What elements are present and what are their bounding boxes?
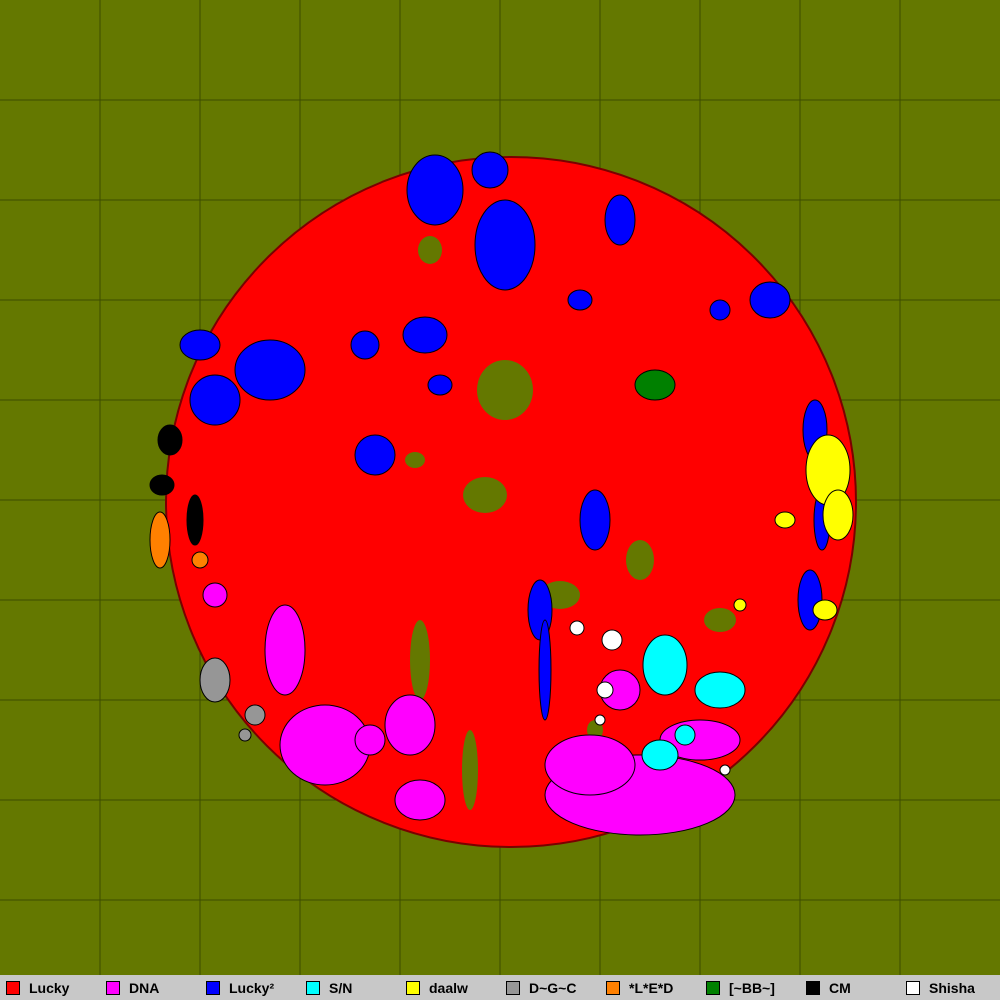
alliance-region[interactable] — [822, 489, 854, 541]
alliance-region[interactable] — [189, 374, 241, 426]
alliance-region[interactable] — [149, 511, 171, 569]
alliance-region[interactable] — [694, 671, 746, 709]
alliance-region[interactable] — [569, 620, 585, 636]
alliance-region[interactable] — [634, 369, 676, 401]
legend-label: Lucky — [29, 979, 70, 996]
legend-swatch — [706, 980, 720, 995]
alliance-region[interactable] — [427, 374, 453, 396]
alliance-region[interactable] — [544, 734, 636, 796]
alliance-region[interactable] — [186, 494, 204, 546]
unclaimed-area[interactable] — [410, 620, 430, 700]
alliance-region[interactable] — [157, 424, 183, 456]
alliance-region[interactable] — [642, 634, 688, 696]
alliance-region[interactable] — [238, 728, 252, 742]
legend-label: D~G~C — [529, 979, 577, 996]
legend-swatch — [106, 980, 120, 995]
alliance-region[interactable] — [719, 764, 731, 776]
alliance-region[interactable] — [567, 289, 593, 311]
alliance-region[interactable] — [179, 329, 221, 361]
legend-swatch — [6, 980, 20, 995]
alliance-region[interactable] — [733, 598, 747, 612]
territory-map[interactable] — [0, 0, 1000, 975]
alliance-region[interactable] — [234, 339, 306, 401]
legend-label: [~BB~] — [729, 979, 775, 996]
alliance-region[interactable] — [641, 739, 679, 771]
legend-label: DNA — [129, 979, 160, 996]
unclaimed-area[interactable] — [704, 608, 736, 632]
unclaimed-area[interactable] — [405, 452, 425, 468]
alliance-region[interactable] — [191, 551, 209, 569]
unclaimed-area[interactable] — [418, 236, 442, 264]
alliance-region[interactable] — [474, 199, 536, 291]
alliance-region[interactable] — [797, 569, 823, 631]
legend-item[interactable]: daalw — [400, 975, 500, 1000]
legend-swatch — [306, 980, 320, 995]
alliance-region[interactable] — [594, 714, 606, 726]
legend-swatch — [806, 980, 820, 995]
alliance-region[interactable] — [774, 511, 796, 529]
alliance-region[interactable] — [394, 779, 446, 821]
alliance-region[interactable] — [674, 724, 696, 746]
alliance-region[interactable] — [749, 281, 791, 319]
legend-item[interactable]: Lucky — [0, 975, 100, 1000]
legend-label: S/N — [329, 979, 353, 996]
alliance-legend: Lucky DNA Lucky² S/N daalw D~G~C *L*E*D [~BB~] C… — [0, 975, 1000, 1000]
alliance-region[interactable] — [604, 194, 636, 246]
alliance-region[interactable] — [596, 681, 614, 699]
alliance-region[interactable] — [402, 316, 448, 354]
legend-label: Shisha — [929, 979, 975, 996]
legend-label: CM — [829, 979, 851, 996]
alliance-region[interactable] — [149, 474, 175, 496]
alliance-region[interactable] — [384, 694, 436, 756]
legend-label: *L*E*D — [629, 979, 674, 996]
alliance-region[interactable] — [406, 154, 464, 226]
legend-swatch — [506, 980, 520, 995]
legend-label: Lucky² — [229, 979, 275, 996]
legend-item[interactable]: *L*E*D — [600, 975, 700, 1000]
legend-item[interactable]: S/N — [300, 975, 400, 1000]
alliance-region[interactable] — [199, 657, 231, 703]
unclaimed-area[interactable] — [463, 477, 507, 513]
legend-label: daalw — [429, 979, 468, 996]
alliance-region[interactable] — [354, 434, 396, 476]
legend-item[interactable]: CM — [800, 975, 900, 1000]
alliance-region[interactable] — [202, 582, 228, 608]
legend-swatch — [606, 980, 620, 995]
alliance-region[interactable] — [471, 151, 509, 189]
unclaimed-area[interactable] — [626, 540, 654, 580]
legend-item[interactable]: [~BB~] — [700, 975, 800, 1000]
unclaimed-area[interactable] — [462, 730, 478, 810]
alliance-region[interactable] — [812, 599, 838, 621]
alliance-region[interactable] — [264, 604, 306, 696]
alliance-region[interactable] — [350, 330, 380, 360]
alliance-region[interactable] — [709, 299, 731, 321]
alliance-region[interactable] — [601, 629, 623, 651]
alliance-region[interactable] — [579, 489, 611, 551]
legend-item[interactable]: DNA — [100, 975, 200, 1000]
legend-item[interactable]: Lucky² — [200, 975, 300, 1000]
alliance-region[interactable] — [538, 619, 552, 721]
unclaimed-area[interactable] — [477, 360, 533, 420]
legend-swatch — [906, 980, 920, 995]
alliance-region[interactable] — [244, 704, 266, 726]
legend-item[interactable]: D~G~C — [500, 975, 600, 1000]
legend-swatch — [206, 980, 220, 995]
legend-swatch — [406, 980, 420, 995]
legend-item[interactable]: Shisha — [900, 975, 1000, 1000]
alliance-region[interactable] — [354, 724, 386, 756]
map-canvas[interactable] — [0, 0, 1000, 975]
